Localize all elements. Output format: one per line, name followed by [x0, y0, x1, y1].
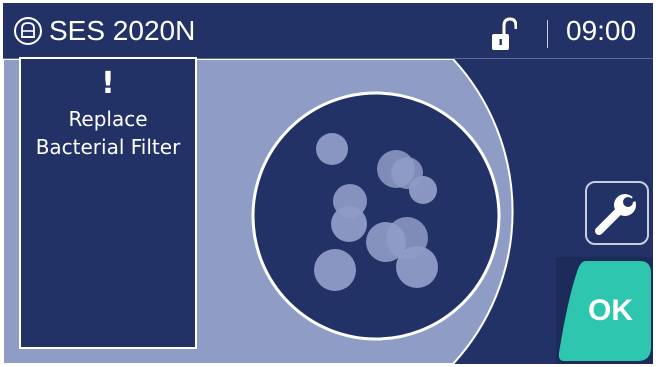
clock: 09:00	[566, 15, 637, 46]
header-divider	[547, 20, 548, 48]
status-bar: SES 2020N 09:00	[3, 3, 653, 59]
device-name: SES 2020N	[49, 15, 196, 46]
bubble	[316, 133, 348, 165]
screen: SES 2020N 09:00 ! Replace Bacterial Filt…	[0, 0, 658, 367]
alarm-panel: ! Replace Bacterial Filter	[19, 57, 197, 349]
ok-label: OK	[588, 294, 633, 327]
bubble	[396, 246, 438, 288]
bubble	[331, 206, 367, 242]
unlocked-padlock-icon	[492, 17, 517, 50]
alarm-message: Replace Bacterial Filter	[35, 107, 181, 159]
tools-button[interactable]	[585, 181, 649, 245]
drum-window	[251, 91, 501, 341]
circled-lettermark-logo	[14, 17, 42, 45]
bubble	[409, 176, 437, 204]
wrench-icon	[595, 191, 641, 235]
device-display: SES 2020N 09:00 ! Replace Bacterial Filt…	[3, 3, 653, 364]
exclamation-icon: !	[101, 66, 115, 101]
bubble	[314, 249, 356, 291]
ok-button[interactable]: OK	[556, 257, 653, 364]
